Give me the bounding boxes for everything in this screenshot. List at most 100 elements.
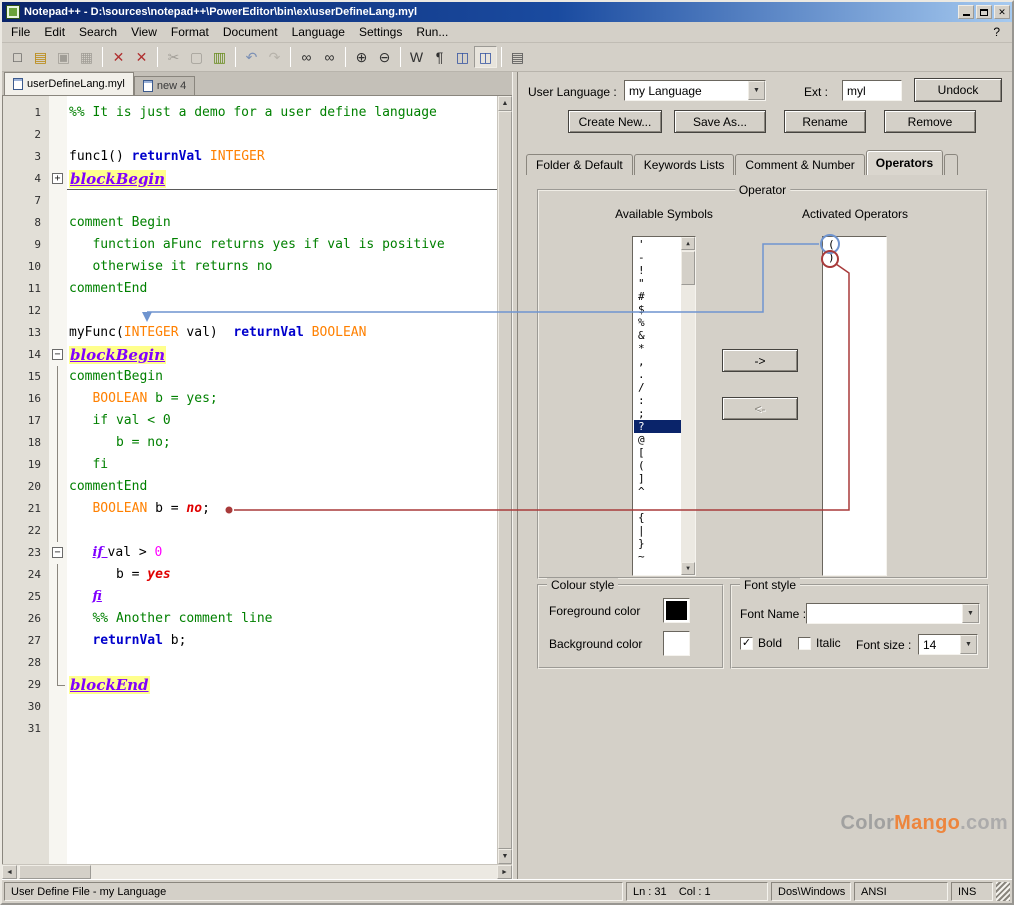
fold-box-icon[interactable]: + — [52, 173, 63, 184]
available-symbol-item[interactable]: " — [634, 277, 681, 290]
user-defined-dialog-button[interactable]: ◫ — [474, 46, 497, 68]
editor-line-16[interactable]: 16 BOOLEAN b = yes; — [3, 388, 497, 410]
editor-line-7[interactable]: 7 — [3, 190, 497, 212]
menu-settings[interactable]: Settings — [352, 23, 409, 41]
title-bar[interactable]: Notepad++ - D:\sources\notepad++\PowerEd… — [2, 2, 1012, 22]
editor-line-25[interactable]: 25 fi — [3, 586, 497, 608]
open-file-button[interactable]: ▤ — [29, 46, 52, 68]
tab-folder-default[interactable]: Folder & Default — [526, 154, 633, 175]
horizontal-scroll-thumb[interactable] — [19, 865, 91, 879]
menu-format[interactable]: Format — [164, 23, 216, 41]
available-symbol-item[interactable]: { — [634, 511, 681, 524]
scroll-right-icon[interactable]: ► — [497, 865, 512, 879]
undo-button[interactable]: ↶ — [240, 46, 263, 68]
menu-help[interactable]: ? — [983, 23, 1010, 41]
editor-line-18[interactable]: 18 b = no; — [3, 432, 497, 454]
available-symbol-item[interactable]: ~ — [634, 550, 681, 563]
rename-button[interactable]: Rename — [784, 110, 866, 133]
editor-line-23[interactable]: 23− if val > 0 — [3, 542, 497, 564]
editor-line-8[interactable]: 8comment Begin — [3, 212, 497, 234]
tab-userdefinelang-myl[interactable]: userDefineLang.myl — [4, 72, 134, 95]
activated-operator-item[interactable]: ) — [824, 251, 885, 264]
save-all-button[interactable]: ▦ — [75, 46, 98, 68]
show-all-characters-button[interactable]: ¶ — [428, 46, 451, 68]
editor-line-17[interactable]: 17 if val < 0 — [3, 410, 497, 432]
font-size-combobox[interactable]: 14 ▼ — [918, 634, 978, 655]
remove-button[interactable]: Remove — [884, 110, 976, 133]
bold-checkbox[interactable]: ✓ Bold — [740, 636, 782, 650]
editor-vertical-scrollbar[interactable]: ▲ ▼ — [497, 96, 512, 864]
available-symbol-item[interactable]: : — [634, 394, 681, 407]
menu-view[interactable]: View — [124, 23, 164, 41]
menu-run[interactable]: Run... — [409, 23, 455, 41]
code-editor[interactable]: 1%% It is just a demo for a user define … — [2, 95, 512, 864]
editor-line-26[interactable]: 26 %% Another comment line — [3, 608, 497, 630]
available-symbol-item[interactable]: * — [634, 342, 681, 355]
editor-line-29[interactable]: 29blockEnd — [3, 674, 497, 696]
foreground-color-swatch[interactable] — [663, 598, 690, 623]
scroll-down-icon[interactable]: ▼ — [498, 849, 512, 864]
ext-input[interactable]: myl — [842, 80, 902, 101]
available-symbol-item[interactable]: ^ — [634, 485, 681, 498]
scroll-up-icon[interactable]: ▲ — [498, 96, 512, 111]
editor-line-21[interactable]: 21 BOOLEAN b = no; — [3, 498, 497, 520]
scroll-down-icon[interactable]: ▼ — [681, 562, 695, 575]
menu-edit[interactable]: Edit — [37, 23, 72, 41]
available-symbol-item[interactable]: % — [634, 316, 681, 329]
paste-button[interactable]: ▥ — [208, 46, 231, 68]
editor-line-2[interactable]: 2 — [3, 124, 497, 146]
editor-line-1[interactable]: 1%% It is just a demo for a user define … — [3, 102, 497, 124]
vertical-scroll-thumb[interactable] — [498, 111, 512, 849]
editor-horizontal-scrollbar[interactable]: ◄ ► — [2, 864, 512, 879]
close-button[interactable]: ✕ — [994, 5, 1010, 19]
activated-operators-listbox[interactable]: () — [822, 236, 887, 576]
activated-operator-item[interactable]: ( — [824, 238, 885, 251]
available-symbol-item[interactable]: ' — [634, 238, 681, 251]
user-language-combobox[interactable]: my Language ▼ — [624, 80, 766, 101]
editor-text-area[interactable]: 1%% It is just a demo for a user define … — [3, 96, 497, 864]
editor-line-15[interactable]: 15commentBegin — [3, 366, 497, 388]
tab-keywords-lists[interactable]: Keywords Lists — [634, 154, 735, 175]
available-symbol-item[interactable]: _ — [634, 498, 681, 511]
available-symbol-item[interactable]: [ — [634, 446, 681, 459]
editor-line-11[interactable]: 11commentEnd — [3, 278, 497, 300]
available-symbol-item[interactable]: @ — [634, 433, 681, 446]
print-button[interactable]: ▤ — [506, 46, 529, 68]
available-symbol-item[interactable]: ( — [634, 459, 681, 472]
available-symbol-item[interactable]: & — [634, 329, 681, 342]
save-as-button[interactable]: Save As... — [674, 110, 766, 133]
chevron-down-icon[interactable]: ▼ — [960, 635, 977, 654]
scroll-up-icon[interactable]: ▲ — [681, 237, 695, 250]
zoom-in-button[interactable]: ⊕ — [350, 46, 373, 68]
restore-button[interactable] — [976, 5, 992, 19]
available-symbol-item[interactable]: . — [634, 368, 681, 381]
move-right-button[interactable]: -> — [722, 349, 798, 372]
available-symbol-item[interactable]: ; — [634, 407, 681, 420]
editor-line-22[interactable]: 22 — [3, 520, 497, 542]
listbox-scrollbar[interactable]: ▲ ▼ — [681, 237, 695, 575]
document-map-button[interactable]: ◫ — [451, 46, 474, 68]
create-new-button[interactable]: Create New... — [568, 110, 662, 133]
word-wrap-button[interactable]: W — [405, 46, 428, 68]
cut-button[interactable]: ✂ — [162, 46, 185, 68]
scroll-left-icon[interactable]: ◄ — [2, 865, 17, 879]
font-name-combobox[interactable]: ▼ — [806, 603, 980, 624]
new-file-button[interactable]: □ — [6, 46, 29, 68]
menu-document[interactable]: Document — [216, 23, 285, 41]
redo-button[interactable]: ↷ — [263, 46, 286, 68]
editor-line-31[interactable]: 31 — [3, 718, 497, 740]
editor-line-4[interactable]: 4+blockBegin — [3, 168, 497, 190]
editor-line-30[interactable]: 30 — [3, 696, 497, 718]
copy-button[interactable]: ▢ — [185, 46, 208, 68]
available-symbol-item[interactable]: / — [634, 381, 681, 394]
editor-line-19[interactable]: 19 fi — [3, 454, 497, 476]
available-symbols-listbox[interactable]: '-!"#$%&*,./:;?@[(]^_{|}~ ▲ ▼ — [632, 236, 696, 576]
available-symbol-item[interactable]: , — [634, 355, 681, 368]
available-symbol-item[interactable]: $ — [634, 303, 681, 316]
editor-line-24[interactable]: 24 b = yes — [3, 564, 497, 586]
chevron-down-icon[interactable]: ▼ — [962, 604, 979, 623]
close-all-button[interactable]: ✕ — [130, 46, 153, 68]
available-symbol-item[interactable]: # — [634, 290, 681, 303]
available-symbol-item[interactable]: } — [634, 537, 681, 550]
move-left-button[interactable]: <- — [722, 397, 798, 420]
